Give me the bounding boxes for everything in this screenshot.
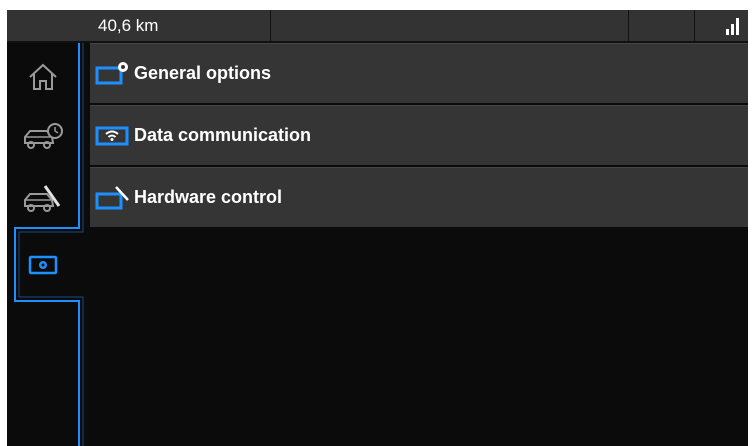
signal-bars-icon (726, 18, 739, 35)
device-screen: 40,6 km General options Data communicati… (7, 10, 748, 446)
wifi-icon (94, 121, 132, 151)
menu-item-label: Data communication (134, 125, 312, 145)
settings-menu: General options Data communication Hardw… (90, 43, 748, 229)
car-clock-icon (24, 123, 63, 149)
sidebar-nav (7, 43, 90, 446)
sidebar-item-settings[interactable] (7, 235, 79, 295)
status-bar: 40,6 km (7, 10, 748, 43)
status-field-empty (271, 10, 629, 41)
sidebar-item-home[interactable] (7, 47, 79, 107)
sidebar-item-car-service[interactable] (7, 107, 79, 167)
menu-item-data-communication[interactable]: Data communication (90, 105, 748, 165)
sidebar-item-car-repair[interactable] (7, 167, 79, 227)
menu-item-hardware-control[interactable]: Hardware control (90, 167, 748, 227)
home-icon (29, 63, 57, 90)
signal-indicator (694, 10, 748, 41)
menu-item-label: Hardware control (134, 187, 283, 207)
status-field-empty-2 (628, 10, 695, 41)
menu-item-label: General options (134, 63, 272, 83)
wrench-icon (94, 183, 132, 213)
menu-item-general-options[interactable]: General options (90, 43, 748, 103)
car-wrench-icon (24, 185, 61, 212)
distance-readout: 40,6 km (90, 10, 271, 41)
settings-gear-icon (94, 59, 132, 89)
settings-box-icon (28, 255, 58, 275)
